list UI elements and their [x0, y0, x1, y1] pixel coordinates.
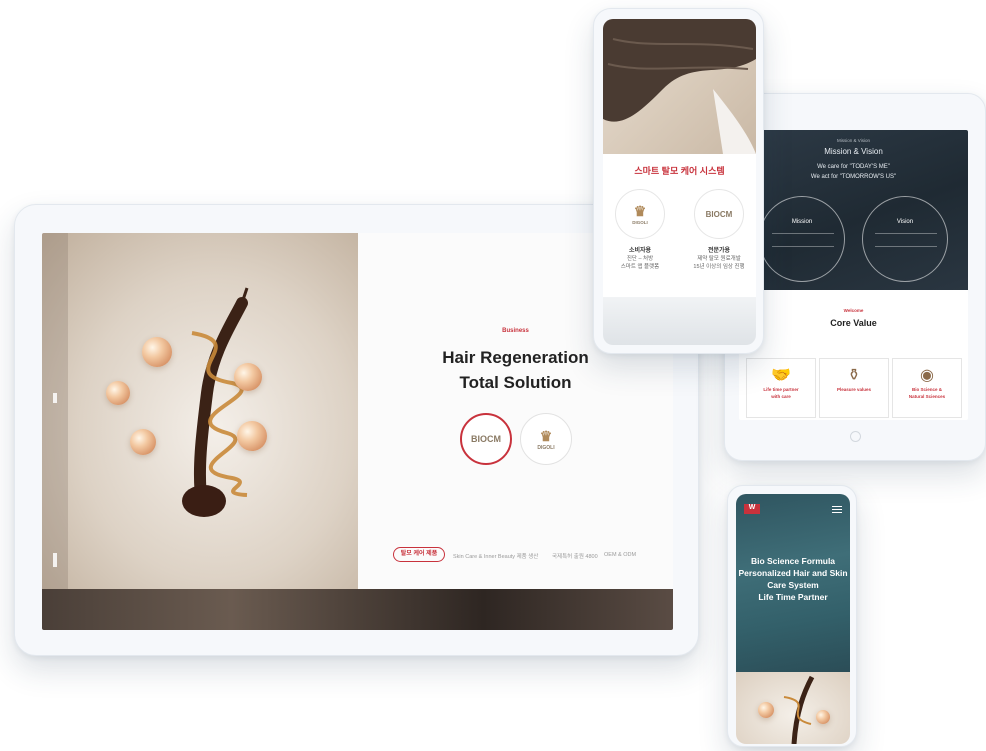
nutrient-bubble: [237, 421, 267, 451]
hero-section: W Bio Science Formula Personalized Hair …: [736, 494, 850, 672]
crest-icon: ♛: [633, 203, 647, 219]
biocm-logo-text: BIOCM: [471, 434, 501, 444]
smart-care-title: 스마트 탈모 케어 시스템: [634, 166, 725, 176]
mission-line-1: We care for "TODAY'S ME": [817, 164, 890, 170]
consumer-column: 소비자용 진단 – 처방 스마트 앱 플랫폼: [605, 247, 675, 271]
expert-line-2: 15년 이상의 임상 진행: [693, 264, 745, 270]
nutrient-bubble: [106, 381, 130, 405]
consumer-heading: 소비자용: [628, 248, 652, 254]
hair-preview-section: [736, 672, 850, 744]
biocm-logo-button[interactable]: BIOCM: [460, 413, 512, 465]
mission-label: Mission: [791, 219, 813, 225]
next-section-preview: [42, 589, 673, 630]
hair-photo: [603, 19, 756, 154]
mission-description-lines: [772, 233, 834, 247]
tablet-home-button: [850, 431, 861, 442]
tablet-landscape-screen: Business Hair Regeneration Total Solutio…: [42, 233, 673, 630]
hero-line-4: Life Time Partner: [758, 592, 828, 602]
hair-strand-illustration: [783, 675, 815, 744]
digoli-logo-button[interactable]: ♛ DIGOLI: [520, 413, 572, 465]
digoli-logo-text: DIGOLI: [632, 220, 648, 225]
hero-line-1: Bio Science Formula: [750, 556, 836, 566]
core-value-science-text: Bio Science &: [911, 387, 942, 392]
showcase-stage: Business Hair Regeneration Total Solutio…: [0, 0, 986, 751]
core-value-card-pleasure[interactable]: ⚱ Pleasure values: [819, 358, 889, 418]
core-value-pleasure-text: Pleasure values: [836, 387, 872, 392]
phone-top-device: 스마트 탈모 케어 시스템 ♛ DIGOLI BIOCM 소비자용 진단 – 처…: [593, 8, 764, 354]
nutrient-bubble: [234, 363, 262, 391]
core-value-partner-sub: with care: [771, 394, 791, 399]
expert-heading: 전문가용: [707, 248, 731, 254]
digoli-logo-text: DIGOLI: [537, 444, 555, 451]
core-value-science-sub: Natural Sciences: [908, 394, 946, 399]
hero-line-3: Care System: [767, 580, 819, 590]
nutrient-bubble: [142, 337, 172, 367]
hair-waves-illustration: [603, 19, 756, 154]
hamburger-menu-icon[interactable]: [832, 506, 842, 507]
biocm-logo-text: BIOCM: [705, 209, 733, 219]
consumer-line-1: 진단 – 처방: [626, 256, 654, 262]
mission-circle: Mission: [759, 196, 845, 282]
vision-description-lines: [875, 233, 937, 247]
consumer-line-2: 스마트 앱 플랫폼: [620, 264, 660, 270]
biocm-logo-button[interactable]: BIOCM: [694, 189, 744, 239]
tablet-portrait-screen: Mission & Vision Mission & Vision We car…: [739, 130, 968, 420]
phone-bottom-device: W Bio Science Formula Personalized Hair …: [727, 485, 857, 747]
nutrient-bubble: [130, 429, 156, 455]
handshake-icon: 🤝: [771, 367, 791, 384]
hair-care-product-button[interactable]: 탈모 케어 제품: [393, 547, 445, 562]
vision-circle: Vision: [862, 196, 948, 282]
meta-skin-care: Skin Care & Inner Beauty 제품 생산: [453, 554, 539, 560]
crest-icon: ♛: [539, 427, 553, 444]
expert-line-1: 제약 탈모 원료개발: [697, 256, 741, 262]
digoli-logo-button[interactable]: ♛ DIGOLI: [615, 189, 665, 239]
mission-heading: Mission & Vision: [824, 147, 883, 156]
meta-oem-odm: OEM & ODM: [604, 552, 637, 558]
phone-top-screen: 스마트 탈모 케어 시스템 ♛ DIGOLI BIOCM 소비자용 진단 – 처…: [603, 19, 756, 345]
brand-logo-text: W: [748, 504, 756, 511]
core-value-heading: Core Value: [830, 318, 877, 328]
mission-line-2: We act for "TOMORROW'S US": [810, 174, 897, 180]
core-value-kicker: Welcome: [843, 308, 864, 313]
mission-kicker: Mission & Vision: [837, 138, 870, 143]
core-value-card-science[interactable]: ◉ Bio Science & Natural Sciences: [892, 358, 962, 418]
meta-patent: 국제특허 출원 4800: [552, 554, 598, 560]
core-value-card-partner[interactable]: 🤝 Life time partner with care: [746, 358, 816, 418]
bottle-icon: ⚱: [847, 367, 861, 384]
hair-strand-illustration: [182, 287, 249, 517]
hero-image-panel: [42, 233, 358, 589]
expert-column: 전문가용 제약 탈모 원료개발 15년 이상의 임상 진행: [684, 247, 754, 271]
seal-icon: ◉: [920, 367, 934, 384]
headline-line-2: Total Solution: [459, 373, 572, 392]
vision-label: Vision: [896, 219, 914, 225]
next-section-preview: [603, 297, 756, 345]
mission-vision-section: Mission & Vision Mission & Vision We car…: [739, 130, 968, 290]
hero-line-2: Personalized Hair and Skin: [738, 568, 848, 578]
core-value-partner-text: Life time partner: [763, 387, 799, 392]
phone-bottom-screen: W Bio Science Formula Personalized Hair …: [736, 494, 850, 744]
